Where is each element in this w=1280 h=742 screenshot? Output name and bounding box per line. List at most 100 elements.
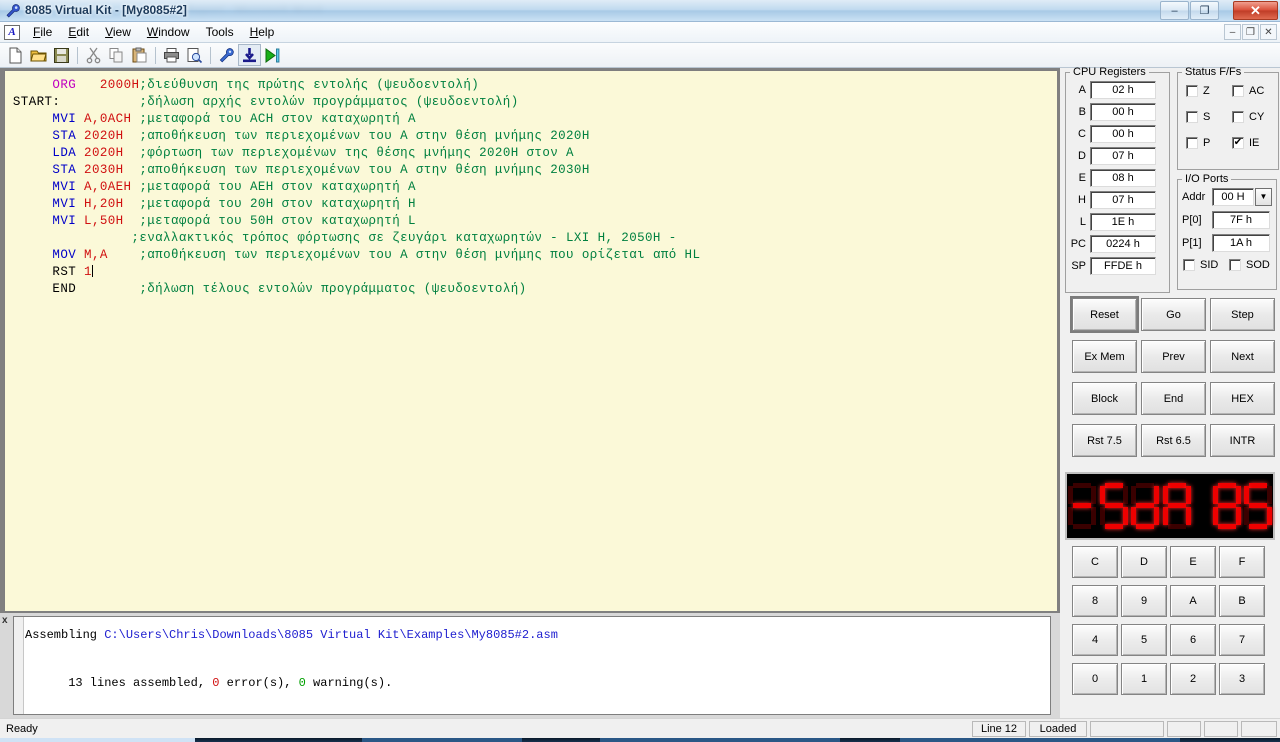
hex-key-1[interactable]: 1	[1121, 663, 1167, 695]
status-pane-4	[1167, 720, 1201, 737]
led-segment-e	[1099, 507, 1105, 525]
assembler-output: Assembling C:\Users\Chris\Downloads\8085…	[25, 628, 558, 690]
register-value-l[interactable]: 1E h	[1090, 212, 1156, 231]
menu-help[interactable]: Help	[242, 23, 283, 41]
menu-window[interactable]: Window	[139, 23, 198, 41]
menu-file[interactable]: File	[25, 23, 60, 41]
mdi-close-button[interactable]: ✕	[1260, 24, 1277, 40]
flag-s-checkbox[interactable]	[1186, 111, 1198, 123]
hex-key-0[interactable]: 0	[1072, 663, 1118, 695]
load-icon[interactable]	[238, 44, 261, 66]
hex-key-d[interactable]: D	[1121, 546, 1167, 578]
new-file-icon[interactable]	[4, 44, 27, 66]
led-segment-b	[1267, 486, 1273, 504]
control-button-ex-mem[interactable]: Ex Mem	[1072, 340, 1137, 373]
hex-key-6[interactable]: 6	[1170, 624, 1216, 656]
run-icon[interactable]	[261, 44, 284, 66]
flag-z-checkbox[interactable]	[1186, 85, 1198, 97]
register-value-c[interactable]: 00 h	[1090, 124, 1156, 143]
copy-icon[interactable]	[105, 44, 128, 66]
io-port-value[interactable]: 7F h	[1212, 210, 1270, 229]
paste-icon[interactable]	[128, 44, 151, 66]
flag-s-label: S	[1203, 111, 1211, 123]
mdi-minimize-button[interactable]: –	[1224, 24, 1241, 40]
io-port-value[interactable]: 1A h	[1212, 233, 1270, 252]
sid-checkbox-cell[interactable]: SID	[1183, 259, 1229, 271]
menu-tools[interactable]: Tools	[198, 23, 242, 41]
wrench-icon	[6, 4, 20, 18]
chevron-down-icon[interactable]: ▼	[1255, 187, 1272, 206]
toolbar-separator	[77, 46, 78, 64]
print-preview-icon[interactable]	[183, 44, 206, 66]
control-button-prev[interactable]: Prev	[1141, 340, 1206, 373]
flag-p-cell[interactable]: P	[1186, 137, 1232, 149]
flag-cy-cell[interactable]: CY	[1232, 111, 1278, 123]
hex-key-a[interactable]: A	[1170, 585, 1216, 617]
sod-checkbox[interactable]	[1229, 259, 1241, 271]
hex-key-b[interactable]: B	[1219, 585, 1265, 617]
sid-checkbox[interactable]	[1183, 259, 1195, 271]
mdi-restore-button[interactable]: ❐	[1242, 24, 1259, 40]
code-editor[interactable]: ORG 2000H;διεύθυνση της πρώτης εντολής (…	[4, 70, 1057, 611]
control-button-block[interactable]: Block	[1072, 382, 1137, 415]
hex-key-c[interactable]: C	[1072, 546, 1118, 578]
hex-key-9[interactable]: 9	[1121, 585, 1167, 617]
led-segment-e	[1212, 507, 1218, 525]
hex-key-5[interactable]: 5	[1121, 624, 1167, 656]
cut-icon[interactable]	[82, 44, 105, 66]
hex-key-8[interactable]: 8	[1072, 585, 1118, 617]
save-file-icon[interactable]	[50, 44, 73, 66]
flag-ac-cell[interactable]: AC	[1232, 85, 1278, 97]
output-text-area[interactable]: Assembling C:\Users\Chris\Downloads\8085…	[13, 616, 1051, 715]
flag-p-checkbox[interactable]	[1186, 137, 1198, 149]
menu-edit[interactable]: Edit	[60, 23, 97, 41]
hex-key-e[interactable]: E	[1170, 546, 1216, 578]
register-value-e[interactable]: 08 h	[1090, 168, 1156, 187]
control-button-hex[interactable]: HEX	[1210, 382, 1275, 415]
led-segment-b	[1122, 486, 1128, 504]
code-text[interactable]: ORG 2000H;διεύθυνση της πρώτης εντολής (…	[5, 71, 1057, 298]
control-button-step[interactable]: Step	[1210, 298, 1275, 331]
maximize-button[interactable]: ❐	[1190, 1, 1219, 20]
flag-s-cell[interactable]: S	[1186, 111, 1232, 123]
register-value-a[interactable]: 02 h	[1090, 80, 1156, 99]
flag-ie-checkbox[interactable]: ✔	[1232, 137, 1244, 149]
control-button-end[interactable]: End	[1141, 382, 1206, 415]
register-value-sp[interactable]: FFDE h	[1090, 256, 1156, 275]
control-button-rst-7-5[interactable]: Rst 7.5	[1072, 424, 1137, 457]
output-scrollbar[interactable]	[14, 617, 24, 714]
flag-z-cell[interactable]: Z	[1186, 85, 1232, 97]
print-icon[interactable]	[160, 44, 183, 66]
flag-ie-cell[interactable]: ✔ IE	[1232, 137, 1278, 149]
hex-key-2[interactable]: 2	[1170, 663, 1216, 695]
code-line: ;εναλλακτικός τρόπος φόρτωσης σε ζευγάρι…	[131, 231, 677, 245]
control-button-intr[interactable]: INTR	[1210, 424, 1275, 457]
hex-key-4[interactable]: 4	[1072, 624, 1118, 656]
control-button-reset[interactable]: Reset	[1070, 296, 1139, 333]
assemble-icon[interactable]	[215, 44, 238, 66]
close-button[interactable]: ✕	[1233, 1, 1278, 20]
hex-key-3[interactable]: 3	[1219, 663, 1265, 695]
register-label: PC	[1070, 237, 1086, 250]
hex-key-7[interactable]: 7	[1219, 624, 1265, 656]
led-segment-d	[1136, 524, 1155, 529]
led-segment-b	[1091, 486, 1097, 504]
minimize-button[interactable]: –	[1160, 1, 1189, 20]
sod-checkbox-cell[interactable]: SOD	[1229, 259, 1275, 271]
document-icon: A	[4, 24, 20, 40]
open-file-icon[interactable]	[27, 44, 50, 66]
hex-key-f[interactable]: F	[1219, 546, 1265, 578]
control-button-next[interactable]: Next	[1210, 340, 1275, 373]
flag-cy-checkbox[interactable]	[1232, 111, 1244, 123]
control-button-rst-6-5[interactable]: Rst 6.5	[1141, 424, 1206, 457]
control-button-go[interactable]: Go	[1141, 298, 1206, 331]
menu-view[interactable]: View	[97, 23, 139, 41]
output-close-icon[interactable]: x	[2, 615, 8, 626]
led-segment-b	[1186, 486, 1192, 504]
register-value-b[interactable]: 00 h	[1090, 102, 1156, 121]
register-value-h[interactable]: 07 h	[1090, 190, 1156, 209]
flag-ac-checkbox[interactable]	[1232, 85, 1244, 97]
register-value-d[interactable]: 07 h	[1090, 146, 1156, 165]
io-addr-value[interactable]: 00 H	[1212, 187, 1254, 206]
register-value-pc[interactable]: 0224 h	[1090, 234, 1156, 253]
